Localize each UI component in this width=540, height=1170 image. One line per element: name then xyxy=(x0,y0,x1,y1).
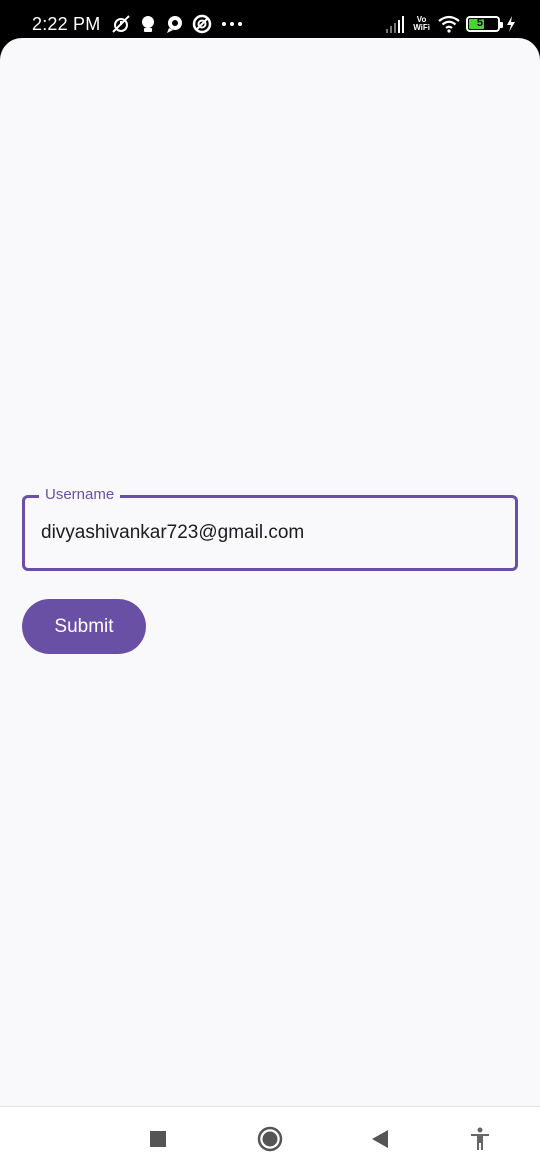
app-surface xyxy=(0,38,540,1106)
submit-button[interactable]: Submit xyxy=(22,599,146,654)
home-circle-icon[interactable] xyxy=(254,1123,286,1155)
vowifi-bottom-label: WiFi xyxy=(413,23,430,32)
signal-strength-icon xyxy=(386,16,405,33)
wifi-icon xyxy=(438,15,460,33)
username-label: Username xyxy=(39,484,121,506)
username-field[interactable]: Username xyxy=(22,484,518,571)
battery-nub xyxy=(500,22,503,28)
do-not-disturb-icon xyxy=(191,13,213,35)
notification-icon xyxy=(137,13,159,35)
battery-level: 57 xyxy=(476,17,490,29)
status-left: 2:22 PM xyxy=(32,12,251,36)
accessibility-icon[interactable] xyxy=(464,1123,496,1155)
username-input[interactable] xyxy=(41,518,501,548)
charging-bolt-icon xyxy=(507,16,515,32)
navigation-bar xyxy=(0,1106,540,1170)
status-time: 2:22 PM xyxy=(32,13,101,34)
back-triangle-icon[interactable] xyxy=(364,1123,396,1155)
alarm-off-icon xyxy=(110,13,132,35)
status-right: Vo WiFi 57 xyxy=(385,12,516,36)
chat-bubble-icon xyxy=(164,13,186,35)
battery-icon: 57 xyxy=(466,16,503,32)
vowifi-indicator: Vo WiFi xyxy=(413,16,430,32)
recents-square-icon[interactable] xyxy=(142,1123,174,1155)
more-dots-icon xyxy=(218,13,246,35)
